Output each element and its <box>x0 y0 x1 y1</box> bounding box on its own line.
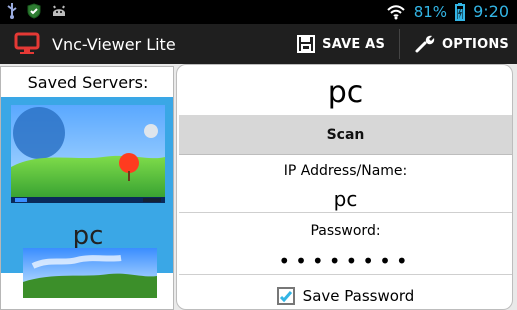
status-right: 81% 9:20 <box>386 2 509 21</box>
server-title: pc <box>327 75 364 110</box>
save-as-label: SAVE AS <box>322 36 386 52</box>
status-bar: 81% 9:20 <box>0 0 517 24</box>
action-bar: Vnc-Viewer Lite SAVE AS OPTIONS <box>0 24 517 64</box>
floppy-icon <box>297 35 316 53</box>
wifi-icon <box>387 4 405 19</box>
ip-input[interactable]: pc <box>179 185 512 213</box>
wrench-icon <box>415 35 435 53</box>
battery-icon <box>455 2 466 21</box>
checkbox-icon[interactable] <box>276 287 295 305</box>
monitor-icon[interactable] <box>14 32 40 56</box>
usb-icon <box>7 3 17 19</box>
server-list-item-selected[interactable]: pc <box>1 97 173 273</box>
desktop-thumbnail <box>11 105 165 203</box>
ip-label: IP Address/Name: <box>283 163 408 179</box>
server-details-panel: pc Scan IP Address/Name: pc Password: ••… <box>176 64 513 310</box>
save-password-row[interactable]: Save Password <box>177 287 512 305</box>
action-buttons: SAVE AS OPTIONS <box>296 29 517 59</box>
shield-icon <box>27 3 41 19</box>
android-icon <box>53 5 65 16</box>
scan-button[interactable]: Scan <box>179 115 512 155</box>
action-divider <box>399 29 401 59</box>
battery-percent: 81% <box>413 2 448 21</box>
options-label: OPTIONS <box>442 36 509 52</box>
status-time: 9:20 <box>473 2 509 21</box>
save-as-button[interactable]: SAVE AS <box>296 34 385 54</box>
options-button[interactable]: OPTIONS <box>414 34 509 54</box>
desktop-thumbnail-secondary[interactable] <box>23 248 157 298</box>
server-name: pc <box>72 221 104 251</box>
password-label: Password: <box>310 223 381 239</box>
saved-servers-panel: Saved Servers: pc <box>0 66 174 310</box>
password-input[interactable]: •••••••• <box>179 247 512 275</box>
save-password-label: Save Password <box>302 287 415 305</box>
app-title: Vnc-Viewer Lite <box>52 34 176 54</box>
saved-servers-heading: Saved Servers: <box>27 73 149 92</box>
status-left <box>6 3 68 19</box>
